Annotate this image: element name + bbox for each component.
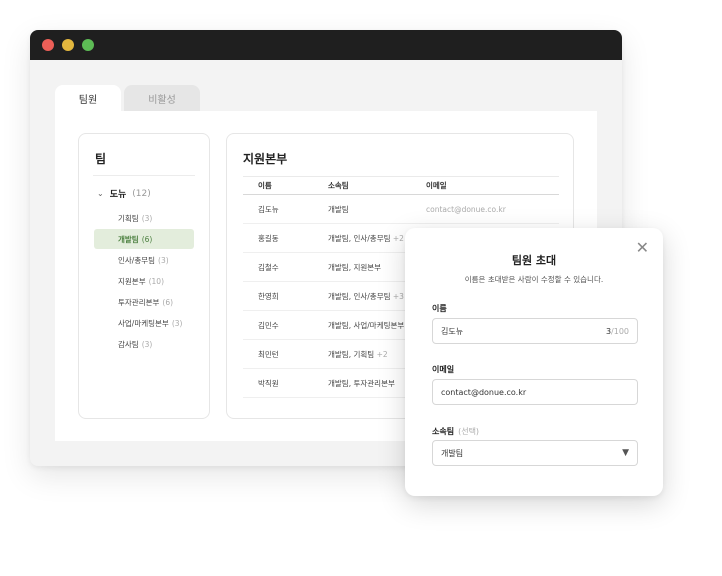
team-count: (10) <box>148 276 165 286</box>
table-row[interactable]: 김도뉴 개발팀 contact@donue.co.kr <box>243 194 559 224</box>
modal-subtitle: 이름은 초대받은 사람이 수정할 수 있습니다. <box>464 275 604 284</box>
member-name: 김민수 <box>243 310 313 340</box>
team-name: 개발팀 <box>118 234 139 244</box>
member-team: 개발팀, 인사/총무팀 +2 <box>313 223 411 253</box>
team-name: 기획팀 <box>118 213 139 223</box>
invite-member-modal: ✕ 팀원 초대 이름은 초대받은 사람이 수정할 수 있습니다. 이름 김도뉴 … <box>405 228 663 496</box>
member-team-list: 개발팀, 지원본부 <box>328 262 382 272</box>
team-item-hr[interactable]: 인사/총무팀 (3) <box>94 250 194 270</box>
member-team-list: 개발팀, 인사/총무팀 <box>328 233 391 243</box>
member-team: 개발팀 <box>313 194 411 224</box>
name-char-max: /100 <box>611 326 629 336</box>
caret-down-icon[interactable]: ▼ <box>622 448 629 458</box>
team-item-marketing[interactable]: 사업/마케팅본부 (3) <box>94 313 194 333</box>
window-titlebar <box>30 30 622 60</box>
close-window-button[interactable] <box>42 39 54 51</box>
member-team: 개발팀, 사업/마케팅본부 <box>313 310 411 340</box>
member-team: 개발팀, 기획팀 +2 <box>313 339 411 369</box>
team-item-dev[interactable]: 개발팀 (6) <box>94 229 194 249</box>
team-item-audit[interactable]: 감사팀 (3) <box>94 334 194 354</box>
member-team-extra: +3 <box>392 291 404 301</box>
column-header-name[interactable]: 이름 <box>243 176 313 195</box>
member-email: contact@donue.co.kr <box>411 194 559 224</box>
member-team-list: 개발팀, 투자관리본부 <box>328 378 395 388</box>
member-team-list: 개발팀, 인사/총무팀 <box>328 291 391 301</box>
org-row[interactable]: ⌄ 도뉴 (12) <box>97 187 151 201</box>
team-name: 감사팀 <box>118 339 139 349</box>
name-label: 이름 <box>432 304 447 313</box>
team-label: 소속팀 (선택) <box>432 426 479 437</box>
divider <box>93 175 195 176</box>
column-header-team[interactable]: 소속팀 <box>313 176 411 195</box>
team-count: (3) <box>158 255 169 265</box>
tab-members[interactable]: 팀원 <box>55 85 121 112</box>
team-select-value: 개발팀 <box>441 448 464 458</box>
team-count: (6) <box>162 297 174 307</box>
member-name: 박직원 <box>243 368 313 398</box>
minimize-window-button[interactable] <box>62 39 74 51</box>
team-item-support[interactable]: 지원본부 (10) <box>94 271 194 291</box>
team-optional-hint: (선택) <box>458 427 480 436</box>
team-tree-panel: 팀 ⌄ 도뉴 (12) 기획팀 (3) 개발팀 (6) 인사/총무팀 (3) 지… <box>78 133 210 419</box>
member-team: 개발팀, 인사/총무팀 +3 <box>313 281 411 311</box>
email-value: contact@donue.co.kr <box>441 387 527 397</box>
email-label: 이메일 <box>432 365 455 374</box>
member-team-extra: +2 <box>376 349 388 359</box>
column-header-email[interactable]: 이메일 <box>411 176 559 195</box>
team-item-investment[interactable]: 투자관리본부 (6) <box>94 292 194 312</box>
member-name: 한영희 <box>243 281 313 311</box>
team-panel-title: 팀 <box>95 152 107 166</box>
member-name: 홍길동 <box>243 223 313 253</box>
maximize-window-button[interactable] <box>82 39 94 51</box>
team-name: 사업/마케팅본부 <box>118 318 169 328</box>
modal-title: 팀원 초대 <box>511 254 557 267</box>
org-count: (12) <box>132 188 151 199</box>
name-field[interactable]: 김도뉴 3/100 <box>432 318 638 344</box>
member-name: 김철수 <box>243 252 313 282</box>
member-name: 김도뉴 <box>243 194 313 224</box>
member-team-extra: +2 <box>392 233 404 243</box>
name-char-counter: 3/100 <box>606 327 629 336</box>
tab-inactive[interactable]: 비활성 <box>124 85 200 112</box>
member-name: 최민턴 <box>243 339 313 369</box>
chevron-down-icon[interactable]: ⌄ <box>97 189 104 198</box>
team-count: (3) <box>171 318 183 328</box>
member-team-list: 개발팀 <box>328 204 349 214</box>
member-team-list: 개발팀, 기획팀 <box>328 349 375 359</box>
table-header-row: 이름 소속팀 이메일 <box>243 176 559 195</box>
member-team: 개발팀, 지원본부 <box>313 252 411 282</box>
team-count: (3) <box>141 339 153 349</box>
team-name: 인사/총무팀 <box>118 255 156 265</box>
team-item-planning[interactable]: 기획팀 (3) <box>94 208 194 228</box>
team-count: (3) <box>141 213 153 223</box>
team-select[interactable]: 개발팀 ▼ <box>432 440 638 466</box>
member-team: 개발팀, 투자관리본부 <box>313 368 411 398</box>
team-name: 지원본부 <box>118 276 146 286</box>
name-value: 김도뉴 <box>441 326 464 336</box>
email-field[interactable]: contact@donue.co.kr <box>432 379 638 405</box>
team-count: (6) <box>141 234 153 244</box>
member-team-list: 개발팀, 사업/마케팅본부 <box>328 320 405 330</box>
team-name: 투자관리본부 <box>118 297 160 307</box>
member-panel-title: 지원본부 <box>243 152 288 166</box>
team-label-text: 소속팀 <box>432 427 455 436</box>
org-name: 도뉴 <box>109 190 127 200</box>
